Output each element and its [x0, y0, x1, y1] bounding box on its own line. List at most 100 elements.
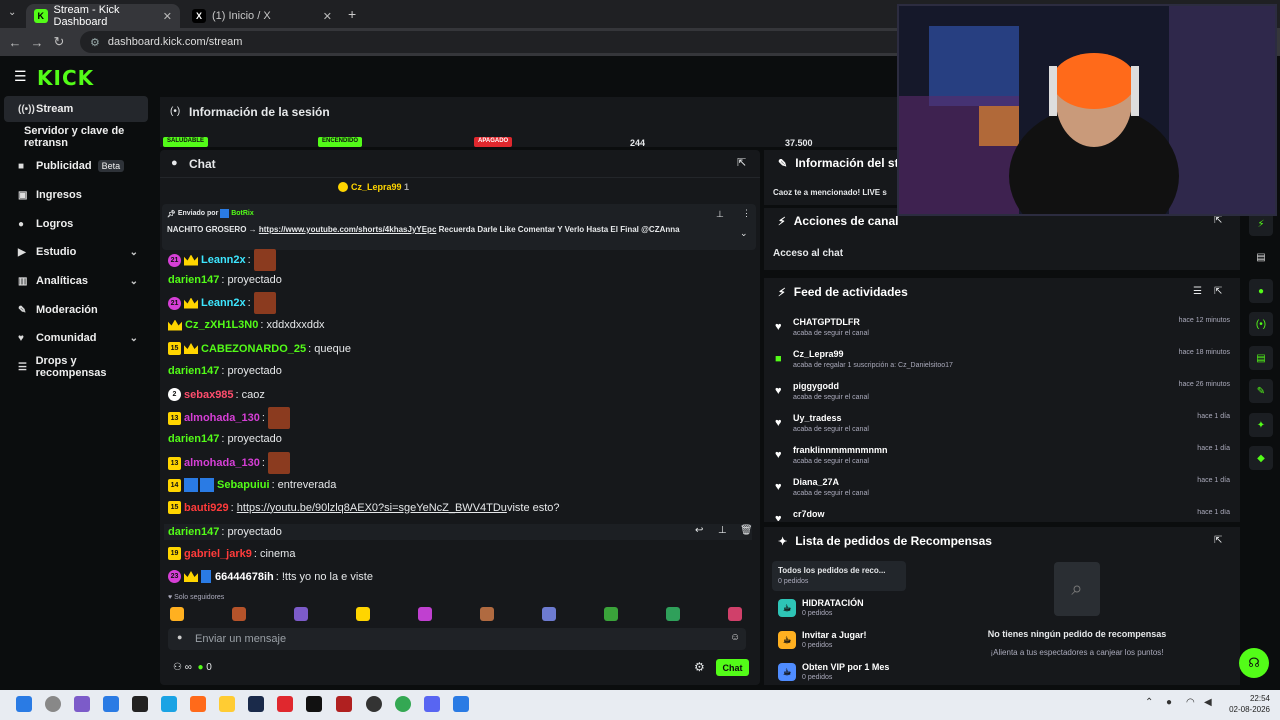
chat-username[interactable]: darien147 [168, 433, 219, 445]
message-input[interactable]: ● Enviar un mensaje ☺ [168, 628, 746, 650]
chat-message[interactable]: 15 CABEZONARDO_25: queque [168, 342, 351, 355]
clock-time[interactable]: 22:54 [1224, 694, 1270, 703]
delete-icon[interactable]: 🗑︎ [740, 525, 753, 536]
chat-message-hovered[interactable]: darien147: proyectado ↩ ⊥ 🗑︎ [164, 524, 753, 540]
app-icon[interactable] [190, 696, 206, 712]
kick-logo[interactable]: KICK [37, 66, 94, 90]
menu-icon[interactable]: ☰ [14, 68, 27, 85]
back-icon[interactable]: ← [4, 35, 26, 50]
rewards-all-filter[interactable]: Todos los pedidos de reco... 0 pedidos [772, 561, 906, 591]
reload-icon[interactable]: ↻ [48, 34, 70, 50]
popout-icon[interactable]: ⇱ [737, 156, 746, 169]
app-icon[interactable] [132, 696, 148, 712]
sidebar-item-server-key[interactable]: Servidor y clave de retransn [4, 124, 148, 150]
support-icon[interactable]: ☊ [1239, 648, 1269, 678]
rail-broadcast-icon[interactable]: (•) [1249, 312, 1273, 336]
sidebar-item-drops[interactable]: ☰ Drops y recompensas [4, 354, 148, 380]
chat-username[interactable]: Leann2x [201, 297, 246, 309]
sidebar-item-estudio[interactable]: ▶ Estudio ⌄ [4, 239, 148, 265]
discord-icon[interactable] [424, 696, 440, 712]
forward-icon[interactable]: → [26, 35, 48, 50]
wifi-icon[interactable]: ◠ [1186, 697, 1195, 708]
rail-tag-icon[interactable]: ◆ [1249, 446, 1273, 470]
chevron-down-icon[interactable]: ⌄ [740, 228, 748, 239]
activity-user[interactable]: Uy_tradess [793, 413, 842, 423]
chat-message[interactable]: 15 bauti929: https://youtu.be/90lzlq8AEX0… [168, 501, 560, 514]
chat-message[interactable]: 13 almohada_130: [168, 407, 290, 429]
clock-date[interactable]: 02-08-2026 [1224, 705, 1270, 714]
reward-item[interactable]: ☕︎ HIDRATACIÓN 0 pedidos [775, 597, 905, 623]
send-chat-button[interactable]: Chat [716, 659, 749, 676]
pin-icon[interactable]: ⊥ [718, 525, 727, 536]
chat-username[interactable]: darien147 [168, 365, 219, 377]
reply-icon[interactable]: ↩ [695, 525, 703, 536]
tray-chevron-icon[interactable]: ⌃ [1145, 697, 1153, 708]
sidebar-item-publicidad[interactable]: ■ Publicidad Beta [4, 153, 148, 179]
close-icon[interactable]: ✕ [163, 10, 172, 23]
app-icon[interactable] [103, 696, 119, 712]
tab-x[interactable]: X (1) Inicio / X ✕ [184, 4, 340, 28]
gear-icon[interactable]: ⚙ [694, 660, 705, 674]
emote-icon[interactable] [666, 607, 680, 621]
reward-item[interactable]: ☕︎ Obten VIP por 1 Mes 0 pedidos [775, 661, 905, 685]
close-icon[interactable]: ✕ [323, 10, 332, 23]
sidebar-item-ingresos[interactable]: ▣ Ingresos [4, 182, 148, 208]
emote-icon[interactable] [728, 607, 742, 621]
filter-icon[interactable]: ☰ [1193, 286, 1202, 297]
popout-icon[interactable]: ⇱ [1214, 215, 1222, 226]
more-icon[interactable]: ⋮ [742, 208, 751, 219]
rail-chat-icon[interactable]: ● [1249, 279, 1273, 303]
chat-username[interactable]: Cz_zXH1L3N0 [185, 319, 258, 331]
chat-username[interactable]: 66444678ih [215, 571, 274, 583]
app-icon[interactable] [161, 696, 177, 712]
pinned-link[interactable]: https://www.youtube.com/shorts/4khasJyYE… [259, 225, 437, 234]
url-field[interactable]: ⚙ dashboard.kick.com/stream [80, 31, 920, 53]
chat-message[interactable]: darien147: proyectado [168, 365, 282, 377]
popout-icon[interactable]: ⇱ [1214, 286, 1222, 297]
emote-icon[interactable] [604, 607, 618, 621]
emote-icon[interactable] [480, 607, 494, 621]
chat-message[interactable]: 14 Sebapuiui: entreverada [168, 478, 336, 492]
chat-link[interactable]: https://youtu.be/90lzlq8AEX0?si=sgeYeNcZ… [237, 502, 507, 514]
activity-user[interactable]: cr7dow [793, 509, 825, 519]
emote-icon[interactable] [294, 607, 308, 621]
chat-username[interactable]: Sebapuiui [217, 479, 270, 491]
app-icon[interactable] [453, 696, 469, 712]
app-icon[interactable] [248, 696, 264, 712]
emoji-icon[interactable]: ☺ [730, 632, 740, 643]
sidebar-item-stream[interactable]: ((•)) Stream [4, 96, 148, 122]
popout-icon[interactable]: ⇱ [1214, 535, 1222, 546]
chat-message[interactable]: 19 gabriel_jark9: cinema [168, 547, 295, 560]
reward-item[interactable]: ☕︎ Invitar a Jugar! 0 pedidos [775, 629, 905, 655]
activity-user[interactable]: piggygodd [793, 381, 839, 391]
chat-message[interactable]: 13 almohada_130: [168, 452, 290, 474]
emote-icon[interactable] [170, 607, 184, 621]
pinned-message[interactable]: 📌︎ Enviado por BotRix ⊥ ⋮ ⌄ NACHITO GROS… [162, 204, 756, 250]
chat-message[interactable]: darien147: proyectado [168, 274, 282, 286]
chat-username[interactable]: bauti929 [184, 502, 229, 514]
chat-message[interactable]: 21 Leann2x: [168, 249, 276, 271]
activity-user[interactable]: franklinnmmmnmnmn [793, 445, 888, 455]
chat-username[interactable]: darien147 [168, 274, 219, 286]
chat-username[interactable]: sebax985 [184, 389, 234, 401]
chat-message[interactable]: darien147: proyectado [168, 433, 282, 445]
chat-username[interactable]: CABEZONARDO_25 [201, 343, 306, 355]
rail-doc-icon[interactable]: ▤ [1249, 245, 1273, 269]
sidebar-item-moderacion[interactable]: ✎ Moderación [4, 297, 148, 323]
chat-message[interactable]: 2 sebax985: caoz [168, 388, 265, 401]
chat-message[interactable]: 23 66444678ih: !tts yo no la e viste [168, 570, 373, 583]
emote-icon[interactable] [418, 607, 432, 621]
folder-icon[interactable] [219, 696, 235, 712]
rail-wrench-icon[interactable]: ✎ [1249, 379, 1273, 403]
chat-username[interactable]: almohada_130 [184, 457, 260, 469]
activity-user[interactable]: Diana_27A [793, 477, 839, 487]
rail-list-icon[interactable]: ▤ [1249, 346, 1273, 370]
app-icon[interactable] [366, 696, 382, 712]
mic-icon[interactable]: ● [1166, 697, 1172, 708]
sidebar-item-comunidad[interactable]: ♥ Comunidad ⌄ [4, 325, 148, 351]
app-icon[interactable] [74, 696, 90, 712]
chat-username[interactable]: Leann2x [201, 254, 246, 266]
app-icon[interactable] [45, 696, 61, 712]
windows-start-icon[interactable] [16, 696, 32, 712]
emote-icon[interactable] [232, 607, 246, 621]
